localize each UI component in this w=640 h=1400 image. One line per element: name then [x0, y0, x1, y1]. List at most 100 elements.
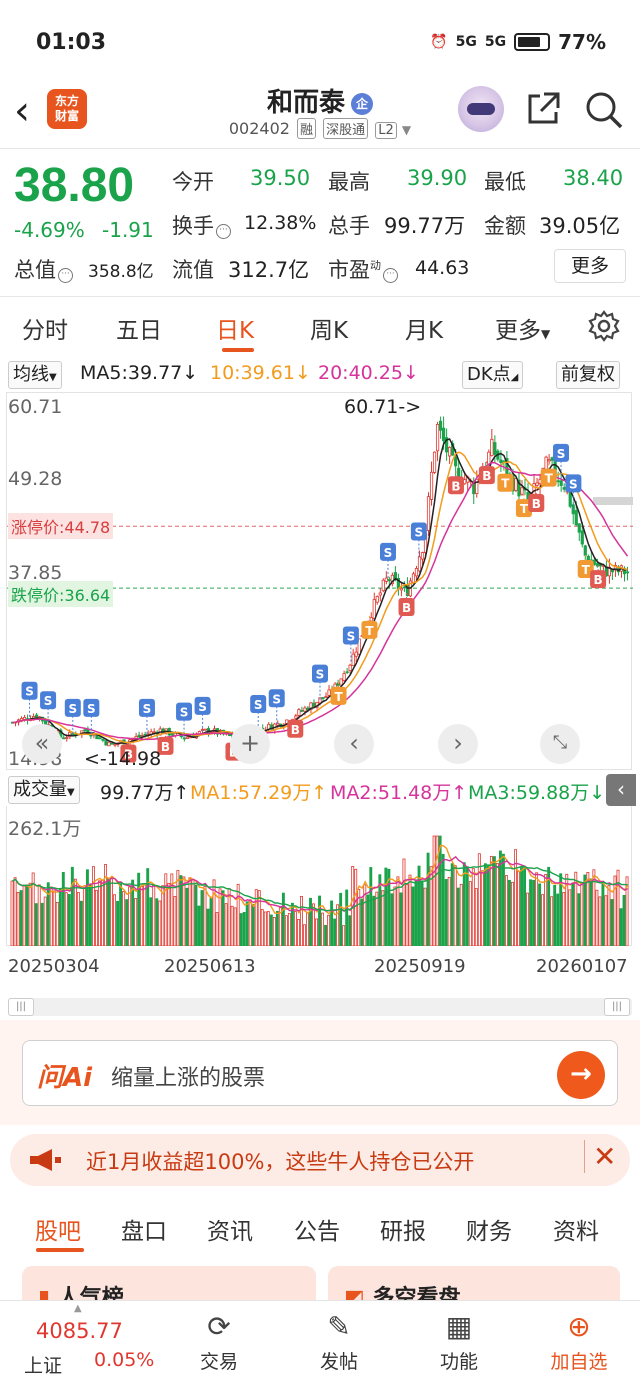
volume-bar [589, 878, 593, 947]
nav-add-watchlist-label: 加自选 [550, 1351, 608, 1373]
dk-point-selector[interactable]: DK点◢ [462, 361, 524, 389]
tab-five-day[interactable]: 五日 [116, 311, 162, 345]
volume-bar [194, 884, 198, 947]
volume-bar [616, 869, 620, 947]
candle-body [577, 523, 581, 533]
volume-bar [230, 905, 234, 947]
tab-weekly-k[interactable]: 周K [310, 311, 348, 345]
chart-expand-icon[interactable]: ⤡ [540, 724, 580, 764]
turnover-label[interactable]: 换手 ··· [172, 210, 231, 240]
volume-bar [188, 877, 192, 947]
volume-chart[interactable] [6, 806, 632, 947]
chevron-down-icon: ▼ [541, 327, 551, 341]
stock-code: 002402 [228, 119, 290, 138]
candle-body [514, 478, 518, 491]
chart-right-icon[interactable]: › [438, 724, 478, 764]
volume-indicator-selector[interactable]: 成交量▼ [8, 776, 80, 804]
pe-label[interactable]: 市盈动··· [328, 254, 398, 284]
volume-bar [236, 883, 240, 947]
volume-bar [610, 899, 614, 947]
volume-bar [88, 883, 92, 947]
chart-zoom-in-icon[interactable]: + [230, 724, 270, 764]
close-icon[interactable]: ✕ [584, 1140, 616, 1173]
tab-announcements[interactable]: 公告 [294, 1212, 340, 1246]
volume-bar [550, 896, 554, 947]
indicator-selector[interactable]: 均线▼ [8, 361, 62, 389]
mcap-label[interactable]: 总值 ··· [14, 254, 73, 284]
chart-prev-icon[interactable]: « [22, 724, 62, 764]
collapse-panel-icon[interactable]: ‹ [606, 774, 636, 806]
candle-body [399, 587, 403, 591]
chart-left-icon[interactable]: ‹ [334, 724, 374, 764]
volume-bar [462, 862, 466, 947]
volume-bar [511, 881, 514, 947]
scroll-handle-right[interactable]: ||| [604, 998, 630, 1016]
ai-query-text[interactable]: 缩量上涨的股票 [111, 1060, 265, 1092]
volume-bar [19, 890, 23, 947]
index-value[interactable]: 4085.77 [36, 1319, 123, 1343]
limit-down-label: 跌停价:36.64 [8, 581, 114, 607]
tab-profile[interactable]: 资料 [553, 1212, 599, 1246]
volume-bar [58, 887, 62, 947]
tab-monthly-k[interactable]: 月K [405, 311, 443, 345]
share-icon[interactable] [524, 90, 562, 128]
volume-bar [456, 887, 460, 947]
float-label: 流值 [172, 258, 214, 282]
chart-scrollbar[interactable] [8, 998, 632, 1016]
candle-body [339, 678, 343, 686]
settings-icon[interactable] [588, 310, 620, 342]
more-button[interactable]: 更多 [554, 249, 626, 283]
volume-bar [435, 835, 439, 947]
nav-trade[interactable]: ⟳ 交易 [174, 1307, 264, 1374]
nav-post[interactable]: ✎ 发帖 [294, 1307, 384, 1374]
volume-bar [577, 893, 581, 947]
tab-order-book[interactable]: 盘口 [121, 1212, 167, 1246]
volume-bar [381, 890, 385, 947]
tab-financials[interactable]: 财务 [466, 1212, 512, 1246]
tab-intraday[interactable]: 分时 [22, 311, 68, 345]
signal-marker-label: S [180, 706, 189, 720]
adjust-selector[interactable]: 前复权 [556, 361, 620, 389]
signal-marker-label: B [532, 497, 541, 511]
volume-bar [360, 898, 364, 947]
info-icon: ··· [58, 268, 73, 283]
volume-bar [134, 898, 138, 947]
edit-icon: ✎ [327, 1310, 351, 1343]
last-price: 38.80 [14, 159, 135, 212]
tab-research[interactable]: 研报 [380, 1212, 426, 1246]
search-icon[interactable] [584, 90, 624, 130]
arrow-right-icon[interactable]: → [557, 1051, 605, 1099]
add-circle-icon: ⊕ [567, 1310, 591, 1343]
volume-bar [523, 866, 526, 947]
tab-news[interactable]: 资讯 [207, 1212, 253, 1246]
tab-forum[interactable]: 股吧 [35, 1212, 81, 1246]
index-percent[interactable]: 0.05% [94, 1349, 154, 1371]
volume-bar [251, 904, 255, 947]
volume-bar [520, 867, 523, 947]
signal-marker-label: T [365, 624, 374, 638]
volume-bar [438, 835, 442, 947]
volume-bar [182, 876, 186, 947]
ai-search-box[interactable]: 问Ai 缩量上涨的股票 → [22, 1040, 618, 1106]
promo-banner[interactable]: 近1月收益超100%，这些牛人持仓已公开 ✕ [10, 1134, 630, 1186]
scroll-handle-left[interactable]: ||| [8, 998, 34, 1016]
index-name[interactable]: 上证 [24, 1351, 62, 1378]
candle-body [547, 459, 551, 462]
candle-body [134, 735, 138, 739]
signal-marker-label: T [545, 472, 554, 486]
ai-assistant-icon[interactable] [458, 86, 504, 132]
nav-add-watchlist[interactable]: ⊕ 加自选 [534, 1307, 624, 1374]
volume-bar [200, 890, 204, 947]
nav-functions[interactable]: ▦ 功能 [414, 1307, 504, 1374]
signal-marker-label: S [384, 546, 393, 560]
volume-bar [471, 868, 475, 947]
volume-bar [613, 875, 617, 947]
pe-sup: 动 [370, 259, 381, 272]
candle-body [499, 459, 503, 463]
tab-daily-k[interactable]: 日K [216, 311, 254, 345]
volume-bar [492, 856, 496, 947]
volume-bar [293, 911, 297, 947]
volume-bar [16, 892, 20, 947]
candle-body [562, 487, 566, 490]
tab-more[interactable]: 更多▼ [495, 311, 550, 345]
